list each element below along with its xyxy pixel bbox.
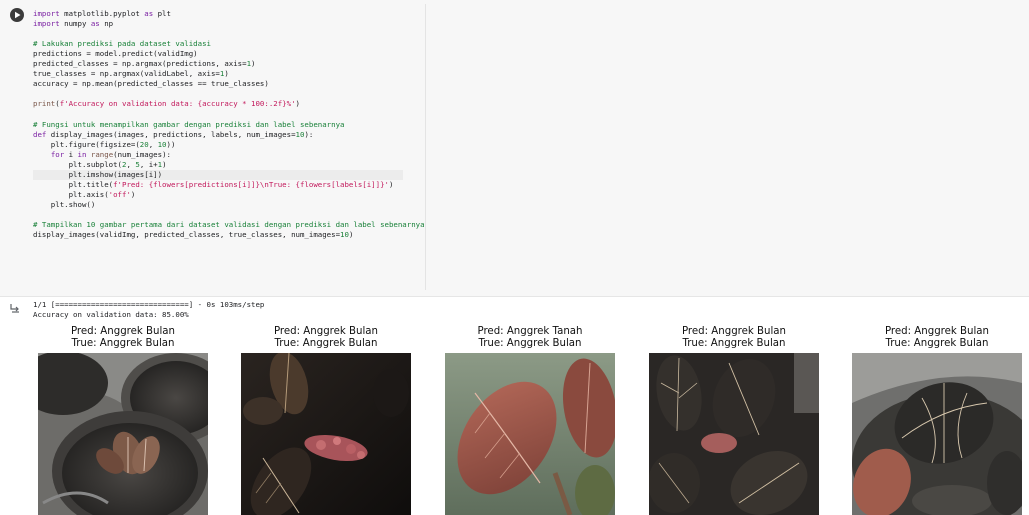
- progress-line: 1/1 [==============================] - 0…: [33, 300, 265, 309]
- image-panel: Pred: Anggrek Bulan True: Anggrek Bulan: [649, 326, 819, 515]
- orchid-image: [852, 353, 1022, 515]
- code-line[interactable]: for i in range(num_images):: [33, 150, 171, 159]
- code-cell[interactable]: import matplotlib.pyplot as plt import n…: [0, 0, 1029, 297]
- orchid-image: [38, 353, 208, 515]
- play-icon: [15, 11, 21, 19]
- code-line[interactable]: # Fungsi untuk menampilkan gambar dengan…: [33, 120, 344, 129]
- code-line[interactable]: import numpy as np: [33, 19, 113, 28]
- panel-pred-label: Pred: Anggrek Bulan: [273, 326, 379, 337]
- code-line[interactable]: plt.figure(figsize=(20, 10)): [33, 140, 176, 149]
- code-line[interactable]: [33, 109, 37, 118]
- code-line[interactable]: display_images(validImg, predicted_class…: [33, 230, 353, 239]
- code-line[interactable]: def display_images(images, predictions, …: [33, 130, 313, 139]
- panel-pred-label: Pred: Anggrek Tanah: [477, 326, 583, 337]
- code-line[interactable]: [33, 29, 37, 38]
- panel-pred-label: Pred: Anggrek Bulan: [70, 326, 176, 337]
- code-line[interactable]: true_classes = np.argmax(validLabel, axi…: [33, 69, 229, 78]
- code-line[interactable]: # Lakukan prediksi pada dataset validasi: [33, 39, 211, 48]
- panel-true-label: True: Anggrek Bulan: [885, 338, 989, 349]
- code-line[interactable]: plt.imshow(images[i]): [33, 169, 403, 180]
- orchid-image: [241, 353, 411, 515]
- code-line[interactable]: plt.title(f'Pred: {flowers[predictions[i…: [33, 180, 394, 189]
- orchid-image: [649, 353, 819, 515]
- code-line[interactable]: [33, 210, 37, 219]
- code-line[interactable]: print(f'Accuracy on validation data: {ac…: [33, 99, 300, 108]
- run-cell-button[interactable]: [10, 8, 24, 22]
- cell-output-text: 1/1 [==============================] - 0…: [33, 300, 264, 319]
- panel-true-label: True: Anggrek Bulan: [478, 338, 582, 349]
- line-length-ruler: [425, 4, 426, 290]
- code-line[interactable]: plt.show(): [33, 200, 96, 209]
- panel-true-label: True: Anggrek Bulan: [682, 338, 786, 349]
- orchid-image: [445, 353, 615, 515]
- panel-pred-label: Pred: Anggrek Bulan: [681, 326, 787, 337]
- code-line[interactable]: predictions = model.predict(validImg): [33, 49, 198, 58]
- panel-true-label: True: Anggrek Bulan: [71, 338, 175, 349]
- code-line[interactable]: # Tampilkan 10 gambar pertama dari datas…: [33, 220, 425, 229]
- code-line[interactable]: plt.subplot(2, 5, i+1): [33, 160, 167, 169]
- image-panel: Pred: Anggrek Bulan True: Anggrek Bulan: [852, 326, 1022, 515]
- code-line[interactable]: accuracy = np.mean(predicted_classes == …: [33, 79, 269, 88]
- image-panel: Pred: Anggrek Bulan True: Anggrek Bulan: [38, 326, 208, 515]
- panel-pred-label: Pred: Anggrek Bulan: [884, 326, 990, 337]
- panel-true-label: True: Anggrek Bulan: [274, 338, 378, 349]
- image-panel: Pred: Anggrek Tanah True: Anggrek Bulan: [445, 326, 615, 515]
- code-editor[interactable]: import matplotlib.pyplot as plt import n…: [33, 9, 425, 240]
- output-toggle-icon[interactable]: [9, 302, 21, 314]
- code-line[interactable]: import matplotlib.pyplot as plt: [33, 9, 171, 18]
- code-line[interactable]: [33, 89, 37, 98]
- accuracy-line: Accuracy on validation data: 85.00%: [33, 309, 189, 319]
- code-line[interactable]: predicted_classes = np.argmax(prediction…: [33, 59, 255, 68]
- code-line[interactable]: plt.axis('off'): [33, 190, 136, 199]
- image-panel: Pred: Anggrek Bulan True: Anggrek Bulan: [241, 326, 411, 515]
